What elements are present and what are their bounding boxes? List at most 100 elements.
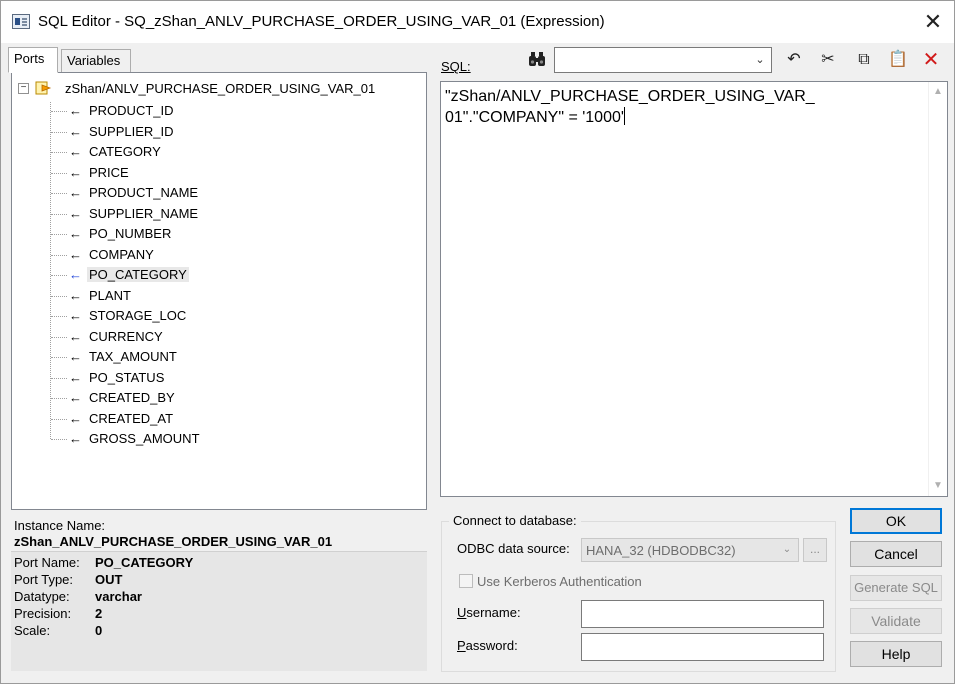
app-icon — [12, 14, 30, 29]
cancel-button[interactable]: Cancel — [850, 541, 942, 567]
info-key: Port Name: — [14, 555, 80, 570]
browse-button[interactable]: ... — [803, 538, 827, 562]
output-port-arrow-icon: ← — [69, 123, 82, 139]
tree-item-label: PRODUCT_NAME — [89, 185, 199, 200]
sql-editor-window: SQL Editor - SQ_zShan_ANLV_PURCHASE_ORDE… — [0, 0, 955, 684]
search-combo[interactable]: ⌄ — [554, 47, 772, 73]
info-value: PO_CATEGORY — [95, 555, 194, 570]
password-field[interactable] — [582, 634, 823, 660]
tree-item-label: TAX_AMOUNT — [89, 349, 177, 364]
sql-label: SQL: — [441, 59, 471, 74]
tree-connector — [51, 254, 67, 256]
odbc-value: HANA_32 (HDBODBC32) — [586, 543, 736, 558]
tree-item-label: SUPPLIER_ID — [89, 123, 174, 139]
collapse-icon[interactable]: − — [18, 83, 29, 94]
generate-sql-button[interactable]: Generate SQL — [850, 575, 942, 601]
tree-root-label: zShan/ANLV_PURCHASE_ORDER_USING_VAR_01 — [65, 81, 376, 96]
source-qualifier-icon — [35, 81, 52, 95]
title-bar[interactable]: SQL Editor - SQ_zShan_ANLV_PURCHASE_ORDE… — [1, 1, 954, 43]
info-key: Precision: — [14, 606, 72, 621]
output-port-arrow-icon: ← — [69, 369, 82, 385]
chevron-down-icon[interactable]: ⌄ — [779, 542, 795, 558]
output-port-arrow-icon: ← — [69, 246, 82, 262]
info-key: Datatype: — [14, 589, 70, 604]
info-key: Scale: — [14, 623, 51, 638]
paste-icon[interactable]: 📋 — [886, 48, 910, 72]
tree-connector — [51, 418, 67, 420]
password-field-box[interactable] — [581, 633, 824, 661]
port-info-panel: Instance Name: zShan_ANLV_PURCHASE_ORDER… — [11, 515, 427, 671]
output-port-arrow-icon: ← — [69, 103, 82, 118]
output-port-arrow-icon: ← — [69, 390, 82, 405]
sql-editor[interactable]: "zShan/ANLV_PURCHASE_ORDER_USING_VAR_ 01… — [440, 81, 948, 497]
tree-connector — [51, 152, 67, 153]
tree-connector — [51, 172, 67, 174]
odbc-select[interactable]: HANA_32 (HDBODBC32) ⌄ — [581, 538, 799, 562]
sql-content: "zShan/ANLV_PURCHASE_ORDER_USING_VAR_ 01… — [445, 88, 815, 126]
username-field[interactable] — [582, 601, 823, 627]
tree-item-label: SUPPLIER_NAME — [89, 205, 199, 221]
tree-connector — [51, 398, 67, 399]
username-label: Username: — [457, 605, 521, 620]
tree-connector — [51, 377, 67, 379]
username-field-box[interactable] — [581, 600, 824, 628]
sql-scrollbar[interactable]: ▲ ▼ — [928, 82, 947, 496]
info-value: varchar — [95, 589, 142, 604]
odbc-label: ODBC data source: — [457, 541, 570, 556]
delete-icon[interactable]: ✕ — [919, 48, 943, 72]
tree-item-label: PLANT — [89, 287, 131, 303]
tab-variables[interactable]: Variables — [61, 49, 131, 73]
tree-item-label: CURRENCY — [89, 328, 163, 344]
tree-connector — [51, 316, 67, 317]
tree-connector — [51, 111, 67, 112]
find-icon[interactable] — [528, 50, 546, 68]
info-value: 0 — [95, 623, 103, 638]
tree-connector — [51, 234, 67, 235]
output-port-arrow-icon: ← — [69, 267, 82, 282]
output-port-arrow-icon: ← — [69, 205, 82, 221]
help-button[interactable]: Help — [850, 641, 942, 667]
tree-item-label: STORAGE_LOC — [89, 308, 187, 323]
tree-item-label: COMPANY — [89, 246, 154, 262]
sql-text[interactable]: "zShan/ANLV_PURCHASE_ORDER_USING_VAR_ 01… — [445, 86, 915, 128]
window-title: SQL Editor - SQ_zShan_ANLV_PURCHASE_ORDE… — [38, 13, 605, 30]
kerberos-checkbox[interactable] — [459, 574, 473, 588]
tree-item-label: PO_NUMBER — [89, 226, 172, 241]
tree-item-label: GROSS_AMOUNT — [89, 431, 200, 446]
scroll-down-icon[interactable]: ▼ — [932, 480, 944, 492]
tree-connector — [51, 193, 67, 194]
connect-group-title: Connect to database: — [449, 513, 581, 528]
output-port-arrow-icon: ← — [69, 226, 82, 241]
tree-item-label: PRICE — [89, 164, 129, 180]
password-label: Password: — [457, 638, 518, 653]
kerberos-label: Use Kerberos Authentication — [477, 574, 642, 589]
validate-button[interactable]: Validate — [850, 608, 942, 634]
instance-name-label: Instance Name: — [14, 518, 106, 533]
ports-tree[interactable]: − zShan/ANLV_PURCHASE_ORDER_USING_VAR_01… — [11, 72, 427, 510]
info-value: 2 — [95, 606, 103, 621]
tree-item-label: CREATED_AT — [89, 410, 174, 426]
tab-ports[interactable]: Ports — [8, 47, 58, 73]
tree-item-label: CREATED_BY — [89, 390, 175, 405]
copy-icon[interactable]: ⧉ — [852, 48, 876, 72]
tree-connector — [51, 336, 67, 338]
port-details: Port Name: PO_CATEGORY Port Type: OUT Da… — [11, 551, 427, 671]
scroll-up-icon[interactable]: ▲ — [932, 86, 944, 98]
info-value: OUT — [95, 572, 123, 587]
tree-item-label: CATEGORY — [89, 144, 161, 159]
tree-connector — [51, 295, 67, 297]
tree-item-label: PRODUCT_ID — [89, 103, 174, 118]
ok-button[interactable]: OK — [850, 508, 942, 534]
tree-item-label: PO_STATUS — [89, 369, 165, 385]
tree-connector — [51, 275, 67, 276]
cut-icon[interactable]: ✂ — [816, 48, 840, 72]
close-icon[interactable]: ✕ — [918, 7, 948, 37]
undo-icon[interactable]: ↶ — [782, 48, 806, 72]
info-key: Port Type: — [14, 572, 74, 587]
output-port-arrow-icon: ← — [69, 185, 82, 200]
tree-connector — [51, 357, 67, 358]
search-input[interactable] — [557, 50, 743, 70]
output-port-arrow-icon: ← — [69, 349, 82, 364]
output-port-arrow-icon: ← — [69, 328, 82, 344]
chevron-down-icon[interactable]: ⌄ — [751, 51, 769, 69]
